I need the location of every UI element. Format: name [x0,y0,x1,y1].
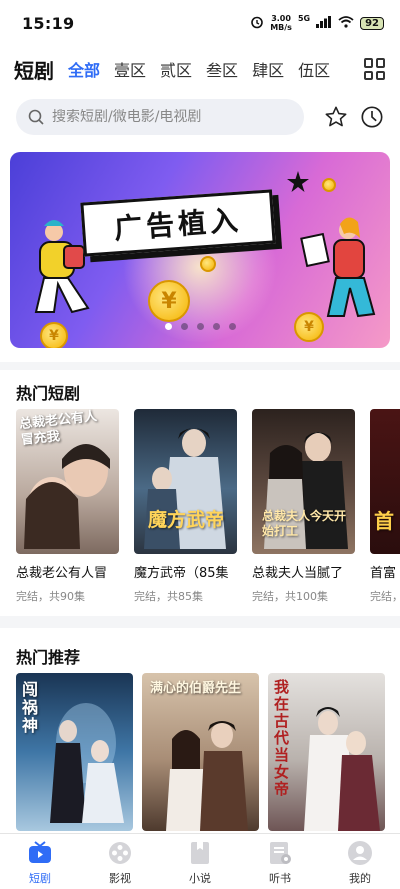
coin-icon [200,256,216,272]
banner-pagination [10,323,390,330]
recommend-poster: 我在古代当女帝 [268,673,385,831]
banner-text: 广告植入 [113,203,244,246]
banner-dot[interactable] [196,323,204,330]
search-input[interactable] [52,109,292,125]
nav-label: 我的 [349,872,371,885]
section-title: 热门推荐 [16,648,81,667]
drama-poster: 总裁老公有人冒充我 [16,409,119,554]
recommend-card[interactable]: 我在古代当女帝 [268,673,385,831]
banner-dot[interactable] [212,323,220,330]
nav-item-audiobooks[interactable]: 听书 [240,834,320,889]
drama-meta: 完结，共85集 [134,590,203,603]
nav-item-dramas[interactable]: 短剧 [0,834,80,889]
banner-dot[interactable] [180,323,188,330]
drama-card[interactable]: 总裁老公有人冒充我 总裁老公有人冒 完结，共90集 [16,409,119,604]
nav-item-profile[interactable]: 我的 [320,834,400,889]
drama-title: 魔方武帝（85集 [134,566,229,581]
grid-menu-icon[interactable] [364,58,386,80]
recommend-poster: 闯祸神 [16,673,133,831]
signal-icon [316,15,332,31]
drama-title: 总裁老公有人冒 [16,566,108,581]
favorites-star-icon[interactable] [324,104,348,130]
banner-dot[interactable] [164,323,172,330]
nav-label: 小说 [189,872,211,885]
star-icon [287,171,309,192]
bottom-nav: 短剧 影视 小说 听书 我的 [0,833,400,889]
recommend-card[interactable]: 满心的伯爵先生 [142,673,259,831]
coin-symbol: ¥ [161,288,177,314]
recommend-poster: 满心的伯爵先生 [142,673,259,831]
poster-title: 满心的伯爵先生 [150,681,242,696]
app-title: 短剧 [14,58,54,83]
banner-figure-right [300,217,376,318]
drama-card[interactable]: 魔方武帝 魔方武帝（85集 完结，共85集 [134,409,237,604]
coin-symbol: ¥ [49,328,59,344]
drama-poster: 魔方武帝 [134,409,237,554]
hot-dramas-section: 热门短剧 总裁老公有人冒充我 总裁老公有人冒 完结，共90集 魔方武帝 魔方武帝… [0,370,400,616]
search-icon [28,109,44,125]
nav-label: 影视 [109,872,131,885]
drama-title: 首富 [370,566,397,581]
hot-recommend-row: 闯祸神 满心的伯爵先生 我在古代当女帝 [16,673,385,831]
search-row [0,92,400,142]
alarm-icon [250,15,264,32]
nav-item-novels[interactable]: 小说 [160,834,240,889]
poster-title: 首 [374,509,394,533]
hot-dramas-row: 总裁老公有人冒充我 总裁老公有人冒 完结，共90集 魔方武帝 魔方武帝（85集 … [16,409,400,604]
audiobook-icon [270,842,291,864]
history-clock-icon[interactable] [360,104,384,130]
tab-zone-3[interactable]: 叁区 [206,57,238,81]
film-reel-icon [109,842,131,864]
poster-title: 闯祸神 [22,680,39,735]
ad-banner[interactable]: 广告植入 ¥ ¥ ¥ [10,152,390,348]
search-box[interactable] [16,99,304,135]
tab-all[interactable]: 全部 [68,57,100,81]
nav-label: 听书 [269,872,291,885]
net-speed-value: 3.00 [271,14,291,23]
net-speed-unit: MB/s [270,23,292,32]
recommend-card[interactable]: 闯祸神 [16,673,133,831]
drama-meta: 完结，共90集 [16,590,85,603]
drama-meta: 完结，共 [370,590,400,603]
net-speed: 3.00 MB/s [270,14,292,32]
drama-poster: 总裁夫人今天开始打工 [252,409,355,554]
section-title: 热门短剧 [16,384,81,403]
poster-title: 我在古代当女帝 [274,678,290,798]
tab-zone-5[interactable]: 伍区 [298,57,330,81]
drama-meta: 完结，共100集 [252,590,328,603]
network-type: 5G [297,14,311,23]
status-time: 15:19 [22,13,75,33]
status-bar: 15:19 3.00 MB/s 5G 92 [0,0,400,46]
battery-indicator: 92 [360,16,384,30]
category-tabs: 全部 壹区 贰区 叁区 肆区 伍区 [68,57,330,81]
tab-zone-4[interactable]: 肆区 [252,57,284,81]
drama-card[interactable]: 首 首富 完结，共 [370,409,400,604]
book-icon [191,842,209,864]
nav-label: 短剧 [29,872,51,885]
tv-play-icon [29,841,51,863]
coin-icon: ¥ [148,280,190,322]
banner-dot[interactable] [228,323,236,330]
nav-item-movies[interactable]: 影视 [80,834,160,889]
tab-zone-2[interactable]: 贰区 [160,57,192,81]
coin-icon [322,178,336,192]
banner-section: 广告植入 ¥ ¥ ¥ [0,142,400,362]
user-avatar-icon [348,841,372,865]
drama-poster: 首 [370,409,400,554]
poster-title: 总裁夫人今天开始打工 [262,509,347,538]
drama-title: 总裁夫人当腻了 [252,566,344,581]
drama-card[interactable]: 总裁夫人今天开始打工 总裁夫人当腻了 完结，共100集 [252,409,355,604]
tab-zone-1[interactable]: 壹区 [114,57,146,81]
poster-title: 魔方武帝 [148,509,225,531]
top-header: 短剧 全部 壹区 贰区 叁区 肆区 伍区 [0,46,400,92]
hot-recommend-section: 热门推荐 闯祸神 满心的伯爵先生 我在古代当女帝 [0,628,400,833]
status-icons: 3.00 MB/s 5G 92 [250,14,384,32]
wifi-icon [338,15,354,31]
